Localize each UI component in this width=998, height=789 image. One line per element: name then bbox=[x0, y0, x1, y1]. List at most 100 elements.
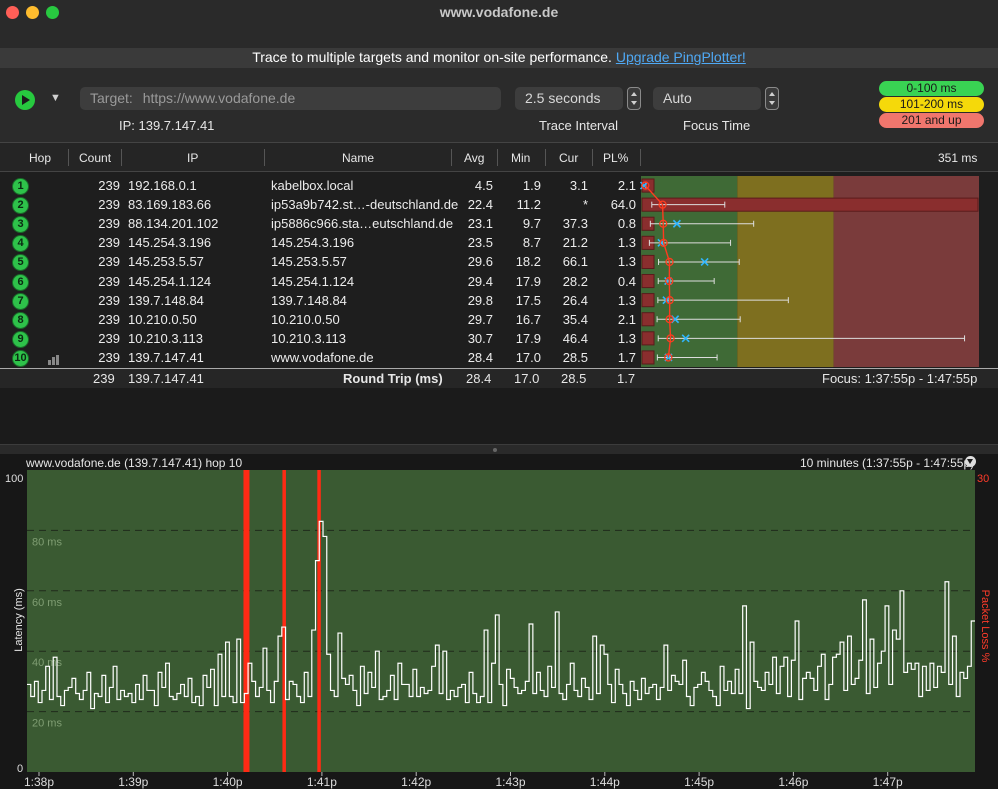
hop-ip: 88.134.201.102 bbox=[128, 216, 219, 232]
hop-number: 7 bbox=[12, 292, 29, 310]
hop-number: 6 bbox=[12, 273, 29, 291]
trace-interval-stepper[interactable] bbox=[627, 87, 641, 110]
hop-number: 10 bbox=[12, 349, 29, 367]
packet-loss-bar bbox=[641, 350, 655, 365]
legend-mid-latency: 101-200 ms bbox=[879, 97, 984, 112]
chevron-down-icon[interactable] bbox=[965, 456, 976, 467]
target-placeholder: https://www.vodafone.de bbox=[142, 90, 296, 106]
latency-timeline-chart[interactable]: 80 ms 60 ms 40 ms 20 ms 1:38p 1:39p 1:40p 1:41p… bbox=[0, 470, 998, 789]
hop-ip: 10.210.0.50 bbox=[128, 311, 197, 327]
col-cur[interactable]: Cur bbox=[559, 151, 578, 165]
upgrade-link[interactable]: Upgrade PingPlotter! bbox=[616, 49, 746, 65]
packet-loss-bar bbox=[641, 331, 655, 346]
focus-range-label: Focus: 1:37:55p - 1:47:55p bbox=[822, 371, 978, 386]
hop-table-header: Hop Count IP Name Avg Min Cur PL% 351 ms bbox=[0, 142, 998, 172]
x-tick-label: 1:40p bbox=[213, 775, 243, 789]
hop-pl: 0.8 bbox=[617, 216, 636, 232]
y-axis-min-label: 0 bbox=[17, 763, 23, 775]
timeline-graph-header: www.vodafone.de (139.7.147.41) hop 10 10… bbox=[0, 454, 998, 470]
packet-loss-bar bbox=[641, 274, 655, 289]
packet-loss-event bbox=[243, 470, 250, 772]
column-divider bbox=[451, 149, 452, 166]
hop-ip: 139.7.148.84 bbox=[128, 292, 204, 308]
table-row[interactable]: 1 239 192.168.0.1 kabelbox.local 4.5 1.9 3.1 2.… bbox=[0, 176, 640, 195]
hop-ip: 10.210.3.113 bbox=[128, 330, 203, 346]
y-axis-max-label: 100 bbox=[5, 473, 23, 485]
col-ip[interactable]: IP bbox=[187, 151, 198, 165]
pingplotter-window: www.vodafone.de Trace to multiple target… bbox=[0, 0, 998, 789]
legend-low-latency: 0-100 ms bbox=[879, 81, 984, 96]
timeline-graph-panel: 80 ms 60 ms 40 ms 20 ms 1:38p 1:39p 1:40p 1:41p… bbox=[0, 470, 998, 789]
focus-time-field[interactable]: Auto bbox=[653, 87, 761, 110]
col-name[interactable]: Name bbox=[342, 151, 374, 165]
chevron-down-icon[interactable]: ▼ bbox=[50, 92, 61, 104]
hop-min: 9.7 bbox=[522, 216, 541, 232]
graph-selected-icon[interactable] bbox=[48, 353, 60, 368]
column-divider bbox=[121, 149, 122, 166]
table-row[interactable]: 2 239 83.169.183.66 ip53a9b742.st…-deutschl… bbox=[0, 195, 640, 215]
hop-min: 8.7 bbox=[522, 235, 541, 251]
target-input[interactable]: Target: https://www.vodafone.de bbox=[80, 87, 501, 110]
trace-interval-field[interactable]: 2.5 seconds bbox=[515, 87, 623, 110]
roundtrip-pl: 1.7 bbox=[617, 371, 636, 386]
roundtrip-count: 239 bbox=[93, 371, 115, 386]
play-icon[interactable] bbox=[15, 90, 35, 110]
hop-number: 2 bbox=[12, 197, 29, 215]
col-hop[interactable]: Hop bbox=[29, 151, 51, 165]
table-row[interactable]: 9 239 10.210.3.113 10.210.3.113 30.7 17.9 46.4… bbox=[0, 329, 640, 348]
col-min[interactable]: Min bbox=[511, 151, 530, 165]
y-grid-label: 20 ms bbox=[32, 718, 62, 730]
hop-cur: * bbox=[582, 197, 588, 213]
col-pl[interactable]: PL% bbox=[603, 151, 628, 165]
hop-count: 239 bbox=[98, 292, 120, 308]
hop-avg: 29.4 bbox=[467, 273, 493, 289]
x-tick-label: 1:45p bbox=[684, 775, 714, 789]
roundtrip-label: Round Trip (ms) bbox=[343, 371, 443, 386]
table-row[interactable]: 6 239 145.254.1.124 145.254.1.124 29.4 17.9 28… bbox=[0, 272, 640, 291]
col-latency-scale[interactable]: 351 ms bbox=[938, 151, 977, 165]
hop-cur: 66.1 bbox=[562, 254, 588, 270]
pane-splitter[interactable] bbox=[0, 444, 998, 454]
timeline-range-selector[interactable]: 10 minutes (1:37:55p - 1:47:55p) bbox=[800, 456, 974, 470]
col-count[interactable]: Count bbox=[79, 151, 111, 165]
table-row[interactable]: 7 239 139.7.148.84 139.7.148.84 29.8 17.5 26.4… bbox=[0, 291, 640, 310]
hop-count: 239 bbox=[98, 311, 120, 327]
table-row[interactable]: 8 239 10.210.0.50 10.210.0.50 29.7 16.7 35.4 2.… bbox=[0, 310, 640, 329]
legend-high-latency: 201 and up bbox=[879, 113, 984, 128]
table-row[interactable]: 3 239 88.134.201.102 ip5886c966.sta…eutschl… bbox=[0, 214, 640, 234]
y2-axis-title: Packet Loss % bbox=[979, 590, 991, 663]
x-tick-label: 1:38p bbox=[24, 775, 54, 789]
column-divider bbox=[68, 149, 69, 166]
hop-min: 17.9 bbox=[515, 273, 541, 289]
packet-loss-event bbox=[317, 470, 321, 772]
hop-count: 239 bbox=[98, 349, 120, 365]
hop-avg: 29.7 bbox=[467, 311, 493, 327]
hop-pl: 64.0 bbox=[610, 197, 636, 213]
column-divider bbox=[545, 149, 546, 166]
window-title: www.vodafone.de bbox=[439, 4, 559, 20]
hop-avg: 4.5 bbox=[474, 178, 493, 193]
hop-pl: 1.3 bbox=[617, 330, 636, 346]
hop-cur: 3.1 bbox=[569, 178, 588, 193]
column-divider bbox=[640, 149, 641, 166]
table-row[interactable]: 10 239 139.7.147.41 www.vodafone.de 28.4 17.0… bbox=[0, 348, 640, 367]
column-divider bbox=[592, 149, 593, 166]
y-grid-label: 40 ms bbox=[32, 657, 62, 669]
splitter-handle[interactable] bbox=[493, 448, 497, 452]
packet-loss-bar bbox=[641, 312, 655, 327]
roundtrip-cur: 28.5 bbox=[561, 371, 587, 386]
col-avg[interactable]: Avg bbox=[464, 151, 484, 165]
hop-name: ip5886c966.sta…eutschland.de bbox=[271, 216, 454, 232]
hop-count: 239 bbox=[98, 273, 120, 289]
round-trip-row: 239 139.7.147.41 Round Trip (ms) 28.4 17… bbox=[0, 368, 998, 388]
hop-avg: 28.4 bbox=[467, 349, 493, 365]
promo-banner: Trace to multiple targets and monitor on… bbox=[0, 48, 998, 68]
table-row[interactable]: 5 239 145.253.5.57 145.253.5.57 29.6 18.2 66.1… bbox=[0, 252, 640, 272]
focus-time-stepper[interactable] bbox=[765, 87, 779, 110]
x-tick-label: 1:43p bbox=[495, 775, 525, 789]
target-ip: IP: 139.7.147.41 bbox=[119, 118, 215, 133]
table-row[interactable]: 4 239 145.254.3.196 145.254.3.196 23.5 8.7 21.… bbox=[0, 233, 640, 253]
hop-pl: 2.1 bbox=[617, 311, 636, 327]
column-divider bbox=[264, 149, 265, 166]
title-bar: www.vodafone.de bbox=[0, 0, 998, 26]
